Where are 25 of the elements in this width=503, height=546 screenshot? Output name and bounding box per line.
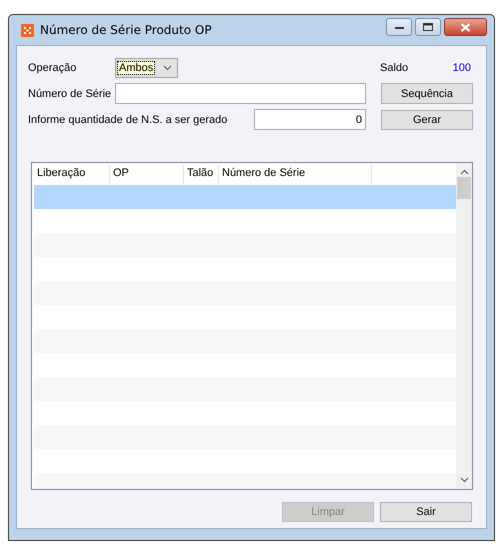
sequence-button[interactable]: Sequência	[381, 83, 473, 104]
minimize-icon	[394, 26, 404, 28]
window-title: Número de Série Produto OP	[40, 23, 213, 37]
operation-dropdown[interactable]: Ambos	[115, 58, 178, 78]
field-label: Informe quantidade de N.S. a ser gerado	[28, 114, 228, 126]
field-label: Número de Série	[28, 88, 112, 100]
maximize-icon	[423, 23, 433, 31]
balance-label: Saldo	[380, 62, 408, 74]
generate-button[interactable]: Gerar	[381, 110, 473, 130]
close-icon	[460, 22, 471, 32]
scroll-down-icon[interactable]	[460, 477, 469, 483]
chevron-down-icon	[163, 65, 172, 71]
exit-button[interactable]: Sair	[380, 502, 472, 522]
app-logo-icon	[21, 24, 34, 36]
field-label: Operação	[28, 62, 78, 74]
scroll-thumb[interactable]	[457, 177, 472, 199]
serial-number-field[interactable]	[115, 83, 366, 104]
balance-value: 100	[452, 62, 471, 74]
selected-row[interactable]	[34, 185, 456, 209]
minimize-button[interactable]	[386, 18, 412, 36]
quantity-field[interactable]: 0	[254, 109, 366, 130]
close-button[interactable]	[444, 18, 487, 36]
scroll-up-icon[interactable]	[460, 169, 469, 175]
maximize-button[interactable]	[415, 18, 441, 36]
scrollbar[interactable]	[456, 163, 472, 489]
